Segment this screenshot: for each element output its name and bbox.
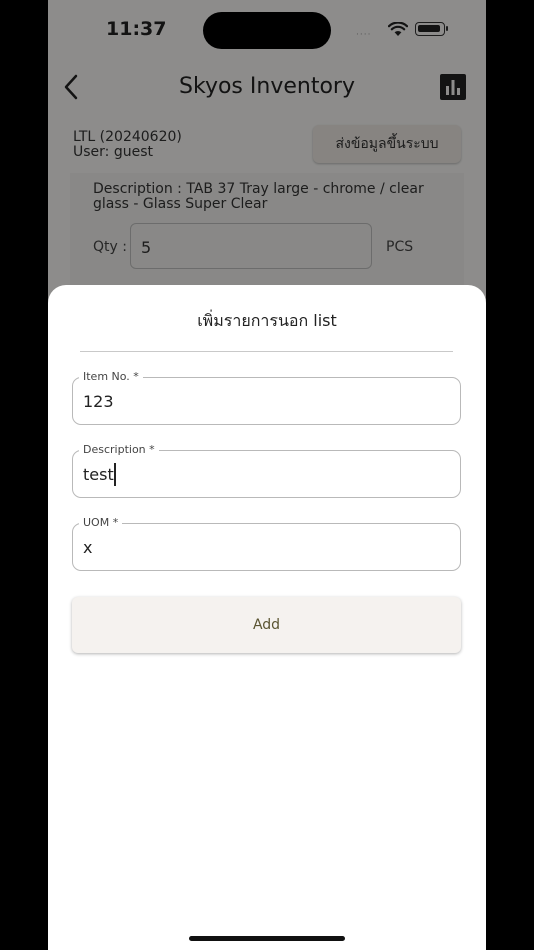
home-indicator: [189, 936, 345, 941]
item-no-input[interactable]: [83, 378, 443, 424]
divider: [80, 351, 453, 352]
item-no-field[interactable]: Item No. *: [72, 370, 461, 425]
uom-input[interactable]: [83, 524, 443, 570]
description-field[interactable]: Description *: [72, 443, 461, 498]
add-button[interactable]: Add: [72, 597, 461, 653]
uom-field[interactable]: UOM *: [72, 516, 461, 571]
phone-screen: 11:37 ···· Skyos Inventory LTL (20240620…: [48, 0, 486, 950]
description-input[interactable]: [83, 451, 443, 497]
sheet-title: เพิ่มรายการนอก list: [197, 311, 337, 330]
text-cursor: [114, 463, 116, 486]
add-item-sheet: เพิ่มรายการนอก list Item No. * Descripti…: [48, 285, 486, 950]
